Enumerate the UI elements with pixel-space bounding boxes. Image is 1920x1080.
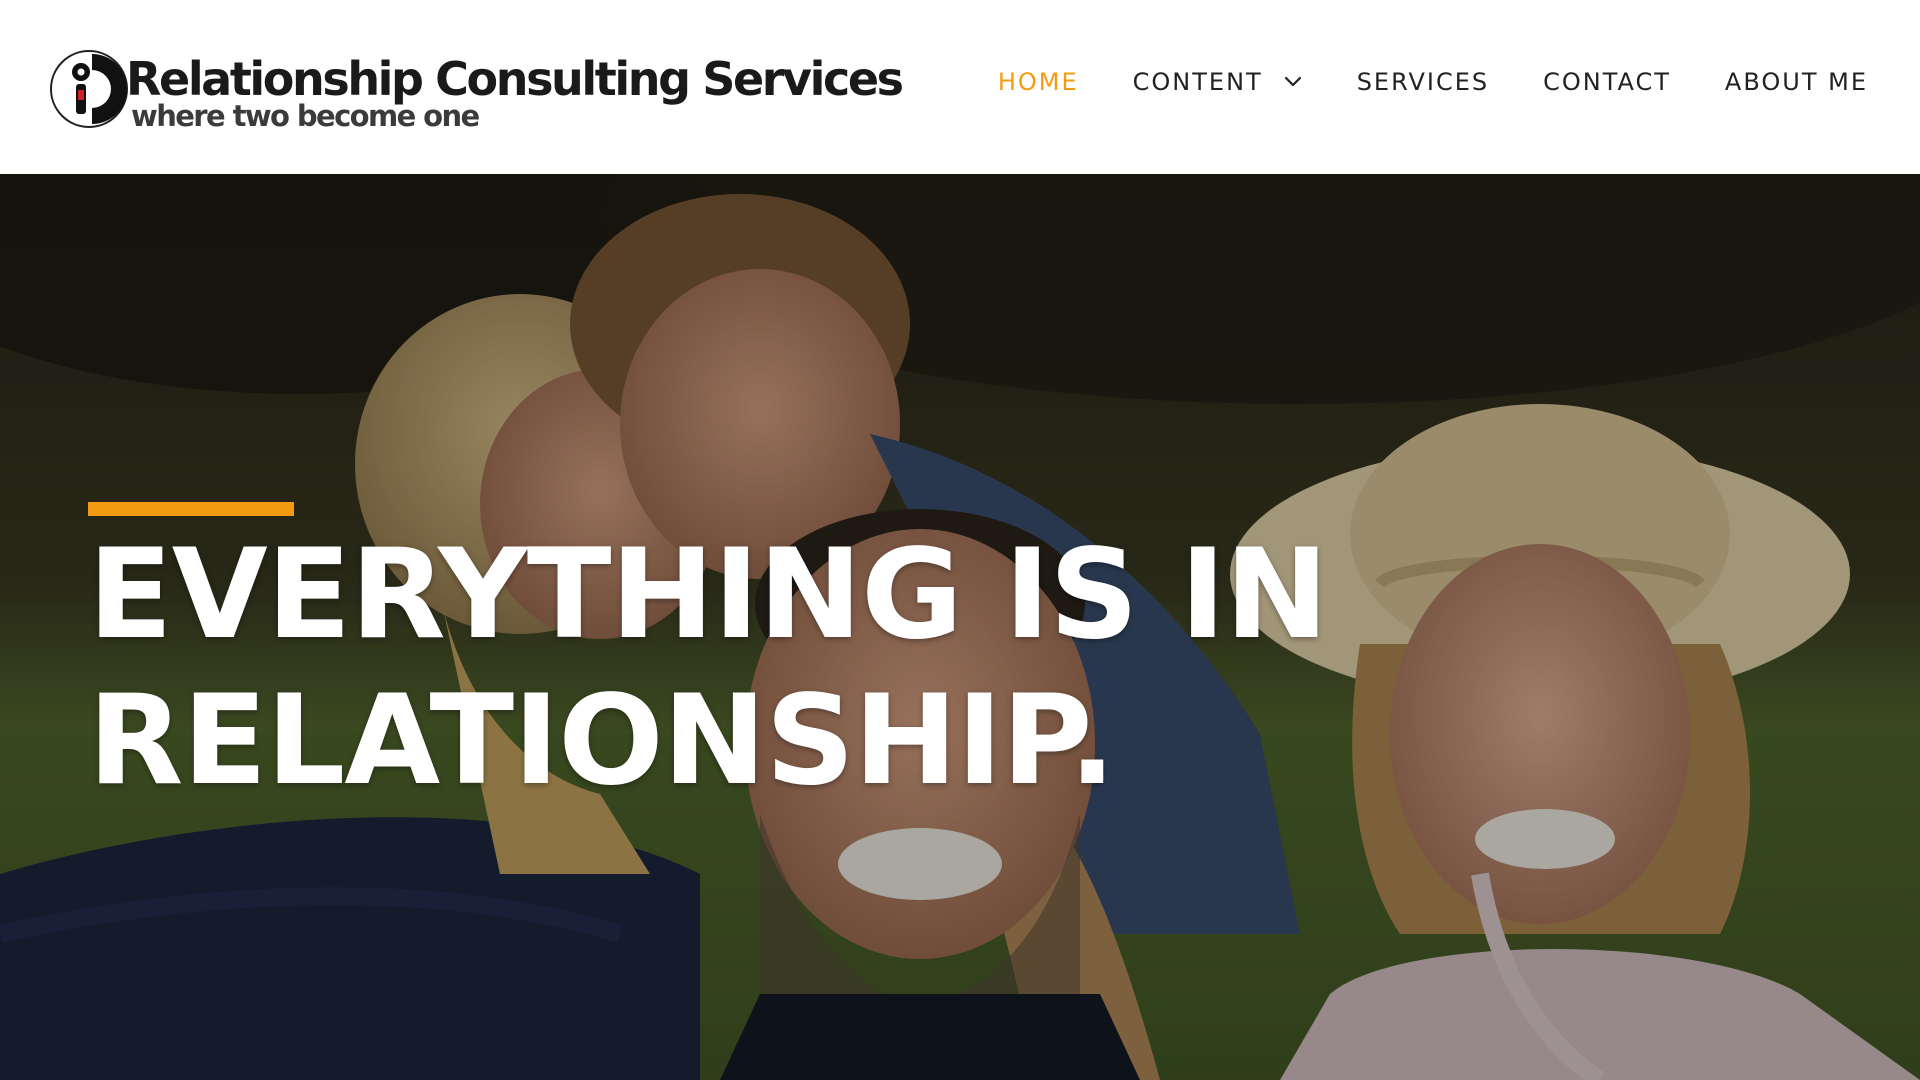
nav-services-link[interactable]: SERVICES [1357, 64, 1489, 100]
nav-content-label: CONTENT [1132, 68, 1263, 96]
nav-services-label: SERVICES [1356, 68, 1490, 96]
nav-contact-link[interactable]: CONTACT [1543, 64, 1671, 100]
main-navigation: HOME CONTENT SERVICES CONTACT ABOUT ME [998, 64, 1868, 100]
brand-title: Relationship Consulting Services [126, 52, 904, 106]
nav-about-me-link[interactable]: ABOUT ME [1725, 64, 1868, 100]
nav-home-label: HOME [997, 68, 1079, 96]
brand-tagline: where two become one [131, 99, 480, 133]
chevron-down-icon [1284, 76, 1301, 87]
hero-headline-line-1: EVERYTHING IS IN [88, 523, 1329, 667]
nav-home-link[interactable]: HOME [998, 64, 1079, 100]
hero-headline-line-2: RELATIONSHIP. [88, 669, 1116, 813]
hero-headline: EVERYTHING IS IN RELATIONSHIP. [88, 522, 1388, 814]
hero-section: EVERYTHING IS IN RELATIONSHIP. [0, 174, 1920, 1080]
nav-about-me-label: ABOUT ME [1724, 68, 1868, 96]
site-logo[interactable]: Relationship Consulting Services where t… [48, 44, 904, 138]
nav-contact-label: CONTACT [1543, 68, 1671, 96]
person-in-circle-logo-icon [50, 50, 128, 128]
nav-content-dropdown[interactable]: CONTENT [1133, 64, 1303, 100]
hero-accent-bar [88, 502, 294, 516]
site-header: Relationship Consulting Services where t… [0, 0, 1920, 174]
